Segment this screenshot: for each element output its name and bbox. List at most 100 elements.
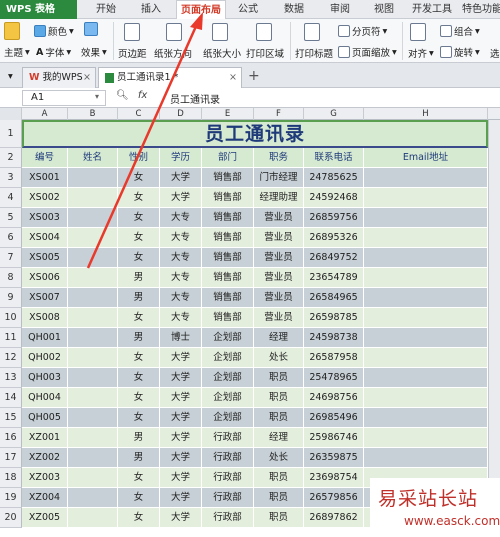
table-cell[interactable]: 24698756 bbox=[304, 388, 364, 408]
table-cell[interactable]: 大学 bbox=[160, 348, 202, 368]
table-cell[interactable] bbox=[68, 448, 118, 468]
table-cell[interactable] bbox=[68, 428, 118, 448]
table-cell[interactable]: 行政部 bbox=[202, 448, 254, 468]
row-header[interactable]: 6 bbox=[0, 228, 22, 248]
table-cell[interactable] bbox=[364, 328, 488, 348]
table-cell[interactable]: 职员 bbox=[254, 408, 304, 428]
table-cell[interactable]: 女 bbox=[118, 408, 160, 428]
table-cell[interactable]: 26859756 bbox=[304, 208, 364, 228]
table-cell[interactable]: 女 bbox=[118, 508, 160, 528]
table-cell[interactable]: 销售部 bbox=[202, 208, 254, 228]
close-icon[interactable]: × bbox=[229, 68, 237, 87]
table-cell[interactable]: 销售部 bbox=[202, 268, 254, 288]
table-cell[interactable] bbox=[68, 188, 118, 208]
col-header[interactable]: D bbox=[160, 108, 202, 120]
table-cell[interactable]: 门市经理 bbox=[254, 168, 304, 188]
doc-tab-my-wps[interactable]: W 我的WPS × bbox=[22, 67, 96, 88]
table-cell[interactable]: 行政部 bbox=[202, 488, 254, 508]
table-cell[interactable]: XZ002 bbox=[22, 448, 68, 468]
effects-button[interactable]: 效果 ▾ bbox=[81, 45, 107, 60]
table-cell[interactable]: 26579856 bbox=[304, 488, 364, 508]
row-header[interactable]: 19 bbox=[0, 488, 22, 508]
header-cell[interactable]: 学历 bbox=[160, 148, 202, 168]
col-header[interactable]: F bbox=[254, 108, 304, 120]
table-cell[interactable]: 25986746 bbox=[304, 428, 364, 448]
table-cell[interactable]: 大学 bbox=[160, 368, 202, 388]
table-cell[interactable]: XZ005 bbox=[22, 508, 68, 528]
table-cell[interactable]: 女 bbox=[118, 168, 160, 188]
tab-view[interactable]: 视图 bbox=[368, 0, 400, 19]
table-cell[interactable]: XS006 bbox=[22, 268, 68, 288]
formula-content[interactable]: 员工通讯录 bbox=[170, 91, 220, 106]
header-cell[interactable]: 部门 bbox=[202, 148, 254, 168]
header-cell[interactable]: 职务 bbox=[254, 148, 304, 168]
table-cell[interactable]: 男 bbox=[118, 328, 160, 348]
table-cell[interactable]: 职员 bbox=[254, 508, 304, 528]
close-icon[interactable]: × bbox=[83, 68, 91, 87]
table-cell[interactable] bbox=[68, 268, 118, 288]
row-header[interactable]: 5 bbox=[0, 208, 22, 228]
col-header[interactable]: B bbox=[68, 108, 118, 120]
table-cell[interactable]: QH003 bbox=[22, 368, 68, 388]
group-button[interactable]: 组合 ▾ bbox=[440, 24, 480, 38]
select-button[interactable]: 选 bbox=[490, 46, 500, 60]
table-cell[interactable] bbox=[68, 308, 118, 328]
name-box[interactable]: A1 bbox=[22, 90, 106, 106]
row-header[interactable]: 1 bbox=[0, 120, 22, 148]
colors-button[interactable]: 颜色 ▾ bbox=[34, 24, 74, 38]
table-cell[interactable]: 女 bbox=[118, 348, 160, 368]
align-icon-button[interactable] bbox=[410, 23, 426, 41]
table-cell[interactable]: 企划部 bbox=[202, 348, 254, 368]
table-cell[interactable]: 处长 bbox=[254, 448, 304, 468]
table-cell[interactable]: 26598785 bbox=[304, 308, 364, 328]
table-cell[interactable]: 女 bbox=[118, 488, 160, 508]
table-cell[interactable]: 大学 bbox=[160, 188, 202, 208]
row-header[interactable]: 13 bbox=[0, 368, 22, 388]
new-tab-button[interactable]: + bbox=[248, 68, 260, 84]
table-cell[interactable]: 24598738 bbox=[304, 328, 364, 348]
align-button[interactable]: 对齐 ▾ bbox=[408, 46, 434, 61]
table-cell[interactable]: 大学 bbox=[160, 448, 202, 468]
table-cell[interactable]: XS002 bbox=[22, 188, 68, 208]
table-cell[interactable]: 行政部 bbox=[202, 428, 254, 448]
table-cell[interactable]: 女 bbox=[118, 308, 160, 328]
tab-data[interactable]: 数据 bbox=[278, 0, 310, 19]
print-titles-button[interactable]: 打印标题 bbox=[295, 46, 333, 60]
col-header[interactable]: C bbox=[118, 108, 160, 120]
tab-developer[interactable]: 开发工具 bbox=[408, 0, 456, 19]
table-cell[interactable]: 大学 bbox=[160, 488, 202, 508]
table-cell[interactable]: 男 bbox=[118, 448, 160, 468]
table-cell[interactable] bbox=[68, 208, 118, 228]
table-cell[interactable] bbox=[68, 228, 118, 248]
table-cell[interactable]: 26584965 bbox=[304, 288, 364, 308]
table-cell[interactable]: 销售部 bbox=[202, 248, 254, 268]
table-cell[interactable]: XS003 bbox=[22, 208, 68, 228]
table-cell[interactable]: 营业员 bbox=[254, 268, 304, 288]
breaks-button[interactable]: 分页符 ▾ bbox=[338, 24, 387, 38]
table-cell[interactable] bbox=[68, 288, 118, 308]
table-cell[interactable]: 企划部 bbox=[202, 328, 254, 348]
row-header[interactable]: 20 bbox=[0, 508, 22, 528]
table-cell[interactable]: XS007 bbox=[22, 288, 68, 308]
row-header[interactable]: 3 bbox=[0, 168, 22, 188]
table-cell[interactable]: XS005 bbox=[22, 248, 68, 268]
table-cell[interactable]: 大专 bbox=[160, 228, 202, 248]
row-header[interactable]: 15 bbox=[0, 408, 22, 428]
table-cell[interactable]: 女 bbox=[118, 368, 160, 388]
print-titles-icon-button[interactable] bbox=[304, 23, 320, 41]
tab-formulas[interactable]: 公式 bbox=[232, 0, 264, 19]
table-cell[interactable]: 26895326 bbox=[304, 228, 364, 248]
table-cell[interactable] bbox=[364, 308, 488, 328]
tab-home[interactable]: 开始 bbox=[90, 0, 122, 19]
app-brand-button[interactable]: WPS 表格 bbox=[0, 0, 77, 19]
table-cell[interactable]: 大学 bbox=[160, 388, 202, 408]
table-cell[interactable]: 女 bbox=[118, 388, 160, 408]
table-cell[interactable]: XZ004 bbox=[22, 488, 68, 508]
table-cell[interactable]: 职员 bbox=[254, 488, 304, 508]
row-header[interactable]: 4 bbox=[0, 188, 22, 208]
table-cell[interactable]: 23698754 bbox=[304, 468, 364, 488]
row-header[interactable]: 9 bbox=[0, 288, 22, 308]
vertical-scrollbar[interactable] bbox=[488, 120, 500, 537]
table-cell[interactable] bbox=[68, 368, 118, 388]
size-icon-button[interactable] bbox=[212, 23, 228, 41]
